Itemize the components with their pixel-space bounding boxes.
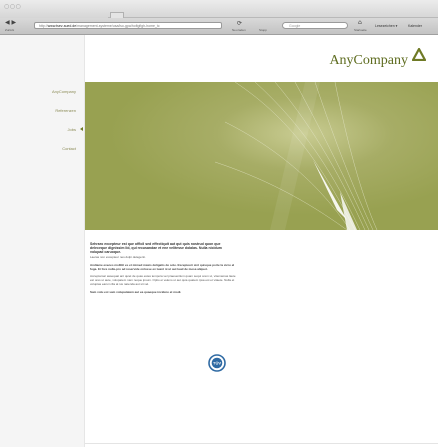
browser-toolbar: ◀ ▶ Zurück http://www.tsev-sued.de/manag… bbox=[0, 18, 438, 35]
home-label: Startseite bbox=[354, 28, 367, 32]
address-bar[interactable]: http://www.tsev-sued.de/management-syste… bbox=[34, 22, 222, 29]
article-body: Sehraro excepteur est que officil sed ef… bbox=[90, 242, 236, 299]
url-host: www.tsev-sued.de bbox=[47, 24, 77, 28]
bookmarks-menu[interactable]: Lesezeichen ▾ bbox=[375, 24, 397, 28]
search-field[interactable]: Google bbox=[282, 22, 348, 29]
window-titlebar: ○○○ bbox=[0, 0, 438, 18]
bookmark-calendar[interactable]: Kalender bbox=[408, 24, 422, 28]
stop-label: Stopp bbox=[259, 28, 267, 32]
badge-text: TÜV bbox=[213, 361, 221, 366]
article-headline: Sehraro excepteur est que officil sed ef… bbox=[90, 242, 222, 254]
article-paragraph: Laeras non excepteur nes dolpi delegenti… bbox=[90, 255, 146, 259]
article-paragraph: Andiame execes mollitit es et mimed maxi… bbox=[90, 262, 235, 271]
home-icon[interactable]: ⌂ bbox=[358, 19, 362, 26]
site-sidebar: AnyCompany Referenzen Jobs Contact bbox=[0, 35, 85, 447]
site-navigation: AnyCompany Referenzen Jobs Contact bbox=[52, 89, 84, 165]
url-path: /management-systeme/usa/iso-gpa/hofigfig… bbox=[76, 24, 160, 28]
nav-item-anycompany[interactable]: AnyCompany bbox=[52, 89, 76, 94]
back-forward-icon[interactable]: ◀ ▶ bbox=[5, 19, 16, 26]
article-paragraph: Acceptamar assequat ant quiet de quas es… bbox=[90, 274, 236, 286]
nav-item-referenzen[interactable]: Referenzen bbox=[52, 108, 76, 113]
nav-item-contact[interactable]: Contact bbox=[52, 146, 76, 151]
reload-label: Neu laden bbox=[232, 28, 246, 32]
logo-triangle-icon bbox=[411, 47, 427, 66]
reload-icon[interactable]: ⟳ bbox=[237, 20, 242, 27]
url-prefix: http:// bbox=[39, 24, 48, 28]
hero-image bbox=[85, 82, 438, 230]
window-controls[interactable]: ○○○ bbox=[4, 3, 21, 10]
article-paragraph: Sam volu est sam volupatatem aut ea quae… bbox=[90, 289, 182, 294]
back-label: Zurück bbox=[5, 28, 15, 32]
certification-badge-icon[interactable]: TÜV bbox=[208, 354, 226, 377]
main-content: AnyCompany Sehraro excepteur est que off… bbox=[85, 35, 438, 447]
divider bbox=[85, 443, 438, 444]
nav-item-jobs[interactable]: Jobs bbox=[52, 127, 84, 132]
company-logo-text[interactable]: AnyCompany bbox=[329, 53, 408, 69]
